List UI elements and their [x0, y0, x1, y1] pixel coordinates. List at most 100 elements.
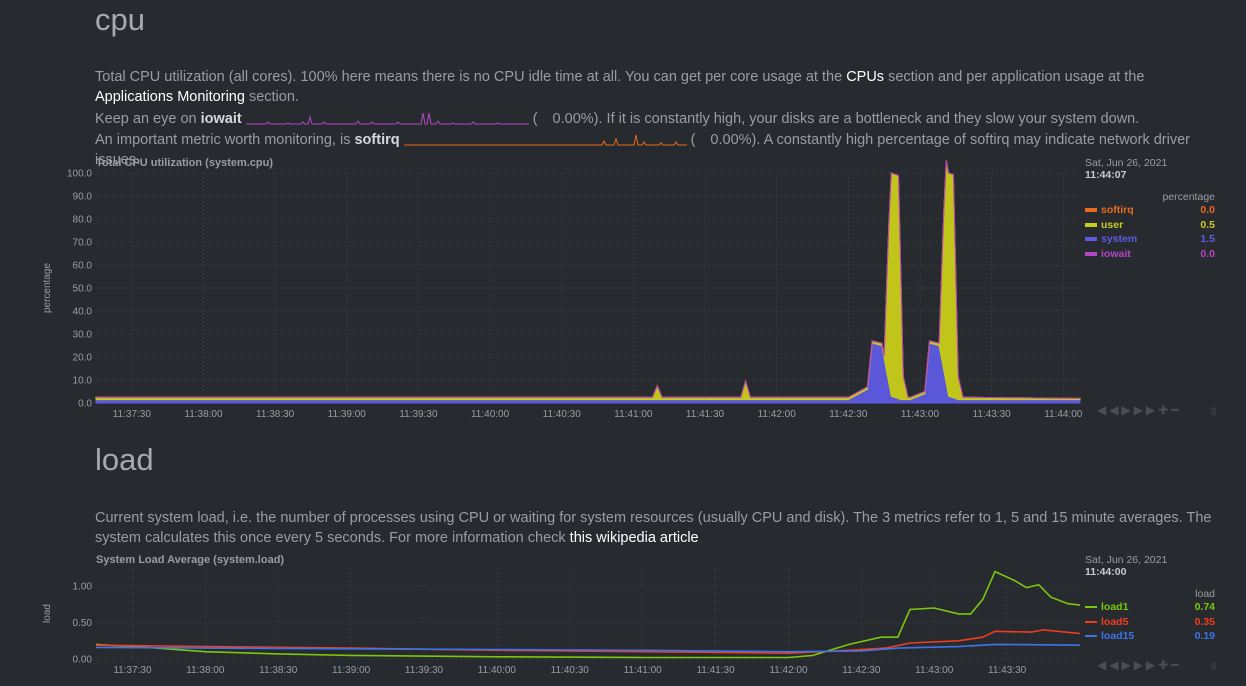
- iowait-suffix: ). If it is constantly high, your disks …: [593, 111, 1140, 127]
- cpu-chart[interactable]: 0.0 10.0 20.0 30.0 40.0 50.0 60.0 70.0 80.0 90.0 1…: [0, 160, 1090, 422]
- x-tick-label: 11:42:30: [829, 409, 868, 420]
- cpu-legend-time: 11:44:07: [1085, 169, 1127, 181]
- legend-value: 0.19: [1194, 630, 1215, 643]
- iowait-label: iowait: [200, 111, 242, 127]
- section-title-load: load: [95, 442, 154, 477]
- y-tick-label: 30.0: [73, 330, 93, 341]
- legend-label: user: [1101, 218, 1124, 231]
- zoom-out-icon[interactable]: ━: [1171, 403, 1181, 417]
- iowait-value: 0.00%: [552, 111, 594, 127]
- cpu-chart-toolbar[interactable]: ◀◀▶▶▶✚━: [1097, 403, 1181, 417]
- fast-forward-icon[interactable]: ▶▶: [1134, 403, 1158, 417]
- y-tick-label: 1.00: [73, 582, 93, 593]
- x-tick-label: 11:43:00: [901, 409, 940, 420]
- cpu-legend-date: Sat, Jun 26, 2021: [1085, 157, 1168, 169]
- load-chart-toolbar[interactable]: ◀◀▶▶▶✚━: [1097, 658, 1181, 672]
- wikipedia-article-link[interactable]: this wikipedia article: [570, 530, 699, 546]
- y-tick-label: 100.0: [67, 169, 92, 180]
- legend-value: 1.5: [1200, 233, 1215, 246]
- zoom-out-icon[interactable]: ━: [1171, 658, 1181, 672]
- legend-swatch: [1085, 222, 1097, 227]
- x-tick-label: 11:42:00: [769, 665, 808, 676]
- legend-item-softirq[interactable]: softirq 0.0: [1085, 203, 1215, 218]
- series-line-load1: [95, 570, 1081, 659]
- zoom-in-icon[interactable]: ✚: [1158, 403, 1171, 417]
- iowait-paren: (: [532, 111, 538, 127]
- legend-label: load1: [1101, 601, 1129, 614]
- y-tick-label: 60.0: [73, 261, 93, 272]
- play-icon[interactable]: ▶: [1121, 658, 1133, 672]
- x-tick-label: 11:37:30: [113, 665, 152, 676]
- y-tick-label: 0.50: [73, 618, 93, 629]
- softirq-value: 0.00%: [710, 132, 752, 148]
- x-tick-label: 11:40:30: [543, 409, 582, 420]
- x-tick-label: 11:41:30: [686, 409, 725, 420]
- legend-value: 0.74: [1194, 601, 1215, 614]
- y-axis-label: percentage: [42, 263, 53, 313]
- x-tick-label: 11:41:00: [614, 409, 653, 420]
- legend-swatch: [1085, 237, 1097, 242]
- legend-value: 0.5: [1200, 218, 1215, 231]
- load-legend-time: 11:44:00: [1085, 566, 1127, 578]
- legend-item-system[interactable]: system 1.5: [1085, 232, 1215, 247]
- x-tick-label: 11:43:30: [988, 665, 1027, 676]
- x-tick-label: 11:43:30: [973, 409, 1012, 420]
- legend-swatch: [1085, 606, 1097, 609]
- legend-value: 0.35: [1194, 615, 1215, 628]
- x-tick-label: 11:42:00: [758, 409, 797, 420]
- y-axis-label: load: [42, 604, 53, 623]
- x-tick-label: 11:39:30: [405, 665, 444, 676]
- y-tick-label: 70.0: [73, 238, 93, 249]
- y-tick-label: 80.0: [73, 215, 93, 226]
- x-tick-label: 11:43:00: [915, 665, 954, 676]
- x-tick-label: 11:39:30: [399, 409, 438, 420]
- zoom-in-icon[interactable]: ✚: [1158, 658, 1171, 672]
- softirq-prefix: An important metric worth monitoring, is: [95, 132, 355, 148]
- legend-label: load5: [1101, 615, 1129, 628]
- legend-label: load15: [1101, 630, 1135, 643]
- y-tick-label: 0.00: [73, 655, 93, 666]
- iowait-line: Keep an eye on iowait ( 0.00%). If it is…: [95, 109, 1225, 129]
- x-tick-label: 11:42:30: [842, 665, 881, 676]
- legend-value: 0.0: [1200, 204, 1215, 217]
- legend-label: system: [1101, 233, 1138, 246]
- legend-value: 0.0: [1200, 247, 1215, 260]
- cpu-desc-text: Total CPU utilization (all cores). 100% …: [95, 69, 847, 85]
- cpu-desc-text-mid: section and per application usage at the: [884, 69, 1145, 85]
- x-tick-label: 11:41:00: [624, 665, 663, 676]
- cpu-legend: Sat, Jun 26, 2021 11:44:07 percentage so…: [1085, 157, 1215, 261]
- rewind-icon[interactable]: ◀◀: [1097, 658, 1121, 672]
- legend-item-user[interactable]: user 0.5: [1085, 218, 1215, 233]
- x-tick-label: 11:38:00: [184, 409, 223, 420]
- section-title-cpu: cpu: [95, 2, 145, 37]
- cpu-description: Total CPU utilization (all cores). 100% …: [95, 67, 1225, 107]
- load-legend-date: Sat, Jun 26, 2021: [1085, 554, 1168, 566]
- play-icon[interactable]: ▶: [1121, 403, 1133, 417]
- legend-item-load5[interactable]: load5 0.35: [1085, 615, 1215, 630]
- load-legend: Sat, Jun 26, 2021 11:44:00 load load1 0.7…: [1085, 554, 1215, 644]
- series-line-load15: [95, 643, 1081, 653]
- applications-monitoring-link[interactable]: Applications Monitoring: [95, 89, 245, 105]
- legend-item-load15[interactable]: load15 0.19: [1085, 629, 1215, 644]
- rewind-icon[interactable]: ◀◀: [1097, 403, 1121, 417]
- load-chart[interactable]: 0.00 0.50 1.00 11:37:30 11:38:00 11:38:30 11:3…: [0, 560, 1090, 682]
- legend-item-load1[interactable]: load1 0.74: [1085, 600, 1215, 615]
- cpu-desc-text-end: section.: [244, 89, 299, 105]
- load-description: Current system load, i.e. the number of …: [95, 508, 1225, 548]
- x-tick-label: 11:40:00: [471, 409, 510, 420]
- load-resize-icon[interactable]: ⇳: [1209, 660, 1218, 673]
- load-legend-units: load: [1195, 588, 1215, 600]
- y-tick-label: 20.0: [73, 353, 93, 364]
- cpus-link[interactable]: CPUs: [846, 69, 884, 85]
- cpu-resize-icon[interactable]: ⇳: [1209, 405, 1218, 418]
- iowait-sparkline: [245, 113, 529, 125]
- x-tick-label: 11:38:00: [186, 665, 225, 676]
- fast-forward-icon[interactable]: ▶▶: [1134, 658, 1158, 672]
- x-tick-label: 11:39:00: [332, 665, 371, 676]
- softirq-label: softirq: [354, 132, 400, 148]
- y-tick-label: 90.0: [73, 192, 93, 203]
- y-tick-label: 50.0: [73, 284, 93, 295]
- x-tick-label: 11:44:00: [1044, 409, 1083, 420]
- y-tick-label: 0.0: [78, 399, 92, 410]
- legend-item-iowait[interactable]: iowait 0.0: [1085, 247, 1215, 262]
